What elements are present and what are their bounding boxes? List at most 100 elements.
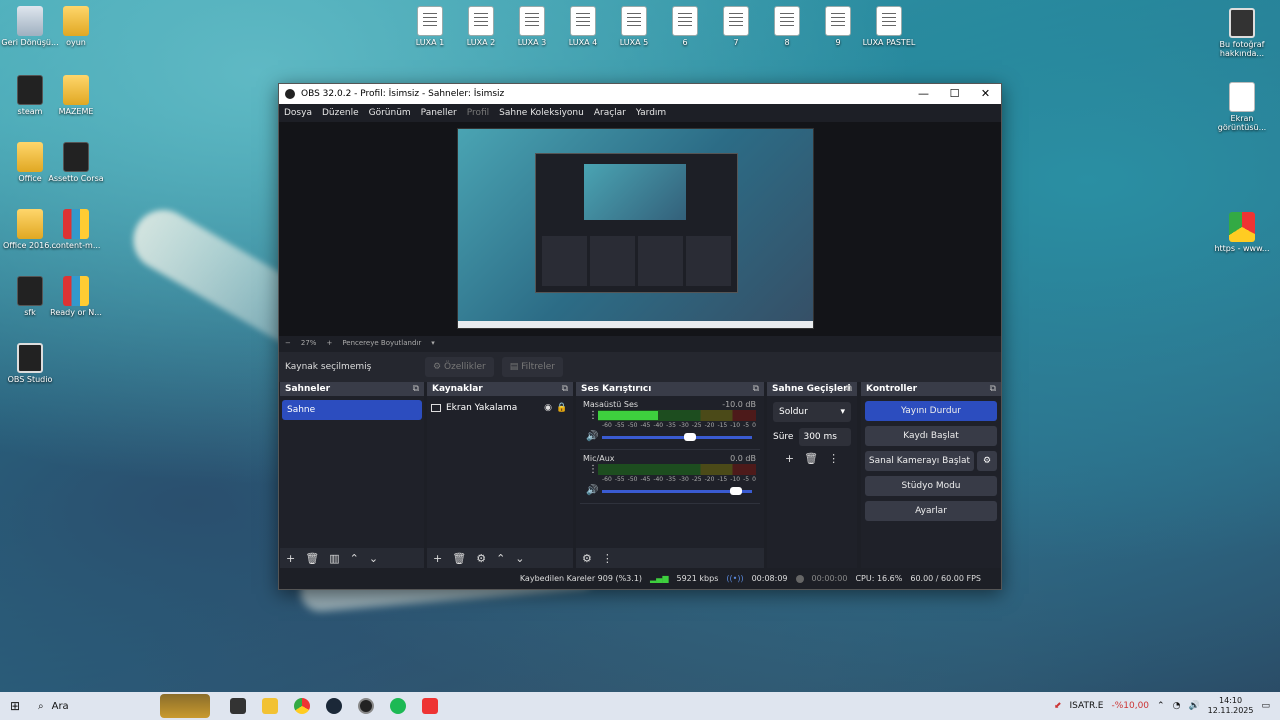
notifications-icon[interactable]: ▭ <box>1261 701 1270 711</box>
task-view-icon[interactable] <box>230 698 246 714</box>
record-time: 00:00:00 <box>811 574 848 583</box>
desktop-icon-mazeme[interactable]: MAZEME <box>46 75 106 116</box>
spotify-icon[interactable] <box>390 698 406 714</box>
desktop-icon-label: content-m... <box>51 241 101 250</box>
lock-icon[interactable]: 🔒 <box>555 403 569 413</box>
gear-icon[interactable]: ⚙ <box>476 552 486 565</box>
undock-icon[interactable]: ⧉ <box>846 382 852 396</box>
steam-icon[interactable] <box>326 698 342 714</box>
desktop-icon-content-m[interactable]: content-m... <box>46 209 106 250</box>
fader-handle[interactable] <box>730 487 742 495</box>
duration-input[interactable]: 300 ms <box>799 428 851 446</box>
assetto-corsa-taskbar-icon[interactable] <box>422 698 438 714</box>
stock-change[interactable]: -%10,00 <box>1111 701 1149 711</box>
desktop-icon-assetto-corsa[interactable]: Assetto Corsa <box>46 142 106 183</box>
wifi-icon[interactable]: ◔ <box>1173 701 1181 711</box>
channel-menu-icon[interactable]: ⋮ <box>588 465 598 475</box>
zoom-in-button[interactable]: + <box>326 339 332 347</box>
properties-button[interactable]: ⚙ Özellikler <box>425 357 494 377</box>
speaker-icon[interactable]: 🔊 <box>586 431 598 442</box>
start-recording-button[interactable]: Kaydı Başlat <box>865 426 997 446</box>
undock-icon[interactable]: ⧉ <box>562 382 568 396</box>
close-button[interactable]: ✕ <box>970 84 1001 104</box>
settings-button[interactable]: Ayarlar <box>865 501 997 521</box>
move-down-icon[interactable]: ⌄ <box>369 552 378 565</box>
trash-icon[interactable]: 🗑 <box>452 552 466 565</box>
volume-fader[interactable] <box>602 433 752 441</box>
speaker-icon[interactable]: 🔊 <box>586 485 598 496</box>
transition-select[interactable]: Soldur <box>773 402 851 422</box>
undock-icon[interactable]: ⧉ <box>413 382 419 396</box>
tick-label: -45 <box>640 422 651 429</box>
file-explorer-icon[interactable] <box>262 698 278 714</box>
desktop-icon-ready-or-not[interactable]: Ready or N... <box>46 276 106 317</box>
menu-help[interactable]: Yardım <box>636 108 666 118</box>
volume-icon[interactable]: 🔊 <box>1188 701 1199 711</box>
undock-icon[interactable]: ⧉ <box>753 382 759 396</box>
filters-button[interactable]: ▤ Filtreler <box>501 357 563 377</box>
trash-icon[interactable]: 🗑 <box>305 552 319 565</box>
add-icon[interactable]: + <box>286 552 295 565</box>
menu-profile[interactable]: Profil <box>467 108 489 118</box>
dock-title: Kaynaklar <box>432 384 483 394</box>
preview-canvas[interactable] <box>457 128 814 329</box>
menu-edit[interactable]: Düzenle <box>322 108 359 118</box>
tick-label: -15 <box>717 422 728 429</box>
desktop-icon-luxa-pastel[interactable]: LUXA PASTEL <box>859 6 919 47</box>
move-down-icon[interactable]: ⌄ <box>515 552 524 565</box>
desktop-icon-https-link[interactable]: https - www... <box>1212 212 1272 253</box>
scale-mode-label[interactable]: Pencereye Boyutlandır <box>342 339 421 347</box>
clock[interactable]: 14:10 12.11.2025 <box>1208 696 1254 716</box>
preview-area[interactable] <box>279 122 1001 336</box>
stock-name[interactable]: ISATR.E <box>1069 701 1103 711</box>
desktop-icon-obs-studio[interactable]: OBS Studio <box>0 343 60 384</box>
search-box[interactable]: ⌕ Ara <box>30 692 160 720</box>
chevron-up-icon[interactable]: ⌃ <box>1157 701 1165 711</box>
zoom-out-button[interactable]: − <box>285 339 291 347</box>
add-icon[interactable]: + <box>785 452 794 465</box>
channel-db: 0.0 dB <box>730 454 756 463</box>
menu-docks[interactable]: Paneller <box>421 108 457 118</box>
menu-view[interactable]: Görünüm <box>369 108 411 118</box>
search-highlight-image[interactable] <box>160 694 210 718</box>
advanced-audio-icon[interactable]: ⚙ <box>582 552 592 565</box>
stop-streaming-button[interactable]: Yayını Durdur <box>865 401 997 421</box>
fader-handle[interactable] <box>683 433 696 441</box>
filter-icon[interactable]: ▥ <box>329 552 339 565</box>
start-virtual-camera-button[interactable]: Sanal Kamerayı Başlat <box>865 451 974 471</box>
desktop-icon-label: Assetto Corsa <box>48 174 104 183</box>
scene-item[interactable]: Sahne <box>282 400 422 420</box>
desktop-icon-oyun[interactable]: oyun <box>46 6 106 47</box>
undock-icon[interactable]: ⧉ <box>990 382 996 396</box>
move-up-icon[interactable]: ⌃ <box>496 552 505 565</box>
source-item[interactable]: Ekran Yakalama ◉ 🔒 <box>431 400 569 416</box>
cpu-usage: CPU: 16.6% <box>855 574 903 583</box>
system-tray: ⬋ ISATR.E -%10,00 ⌃ ◔ 🔊 14:10 12.11.2025… <box>1054 696 1280 716</box>
visibility-eye-icon[interactable]: ◉ <box>541 403 555 413</box>
trash-icon[interactable]: 🗑 <box>804 452 818 465</box>
meter-ticks: -60 -55 -50 -45 -40 -35 -30 -25 -20 -15 -10 -5 0 <box>602 476 756 483</box>
maximize-button[interactable]: ☐ <box>939 84 970 104</box>
minimize-button[interactable]: — <box>908 84 939 104</box>
scale-mode-dropdown-icon[interactable]: ▾ <box>431 339 435 347</box>
desktop-icon-screenshot[interactable]: Ekran görüntüsü... <box>1212 82 1272 132</box>
gear-icon[interactable]: ⚙ <box>977 451 997 471</box>
menu-tools[interactable]: Araçlar <box>594 108 626 118</box>
stream-status-icon: ((•)) <box>726 574 744 583</box>
tick-label: -50 <box>627 422 638 429</box>
chrome-icon[interactable] <box>294 698 310 714</box>
menu-scene-collection[interactable]: Sahne Koleksiyonu <box>499 108 584 118</box>
add-icon[interactable]: + <box>433 552 442 565</box>
menu-bar: Dosya Düzenle Görünüm Paneller Profil Sa… <box>279 104 1001 122</box>
mixer-menu-icon[interactable]: ⋮ <box>602 552 613 565</box>
obs-taskbar-icon[interactable] <box>358 698 374 714</box>
desktop-icon-about-photo[interactable]: Bu fotoğraf hakkında... <box>1212 8 1272 58</box>
windows-start-icon[interactable]: ⊞ <box>0 699 30 713</box>
channel-menu-icon[interactable]: ⋮ <box>588 411 598 421</box>
menu-dots-icon[interactable]: ⋮ <box>828 452 839 465</box>
volume-fader[interactable] <box>602 487 752 495</box>
studio-mode-button[interactable]: Stüdyo Modu <box>865 476 997 496</box>
menu-file[interactable]: Dosya <box>284 108 312 118</box>
move-up-icon[interactable]: ⌃ <box>350 552 359 565</box>
tick-label: -30 <box>678 422 689 429</box>
